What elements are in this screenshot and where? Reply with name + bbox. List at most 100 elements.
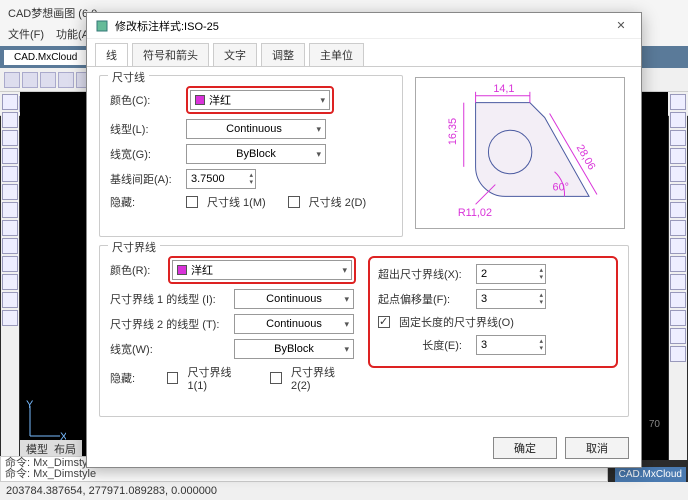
tool-icon[interactable] xyxy=(670,292,686,308)
lt2-label: 尺寸界线 2 的线型 (T): xyxy=(110,316,228,332)
toolbar-icon[interactable] xyxy=(4,72,20,88)
baseline-spinner[interactable]: 3.7500 xyxy=(186,169,256,189)
tool-icon[interactable] xyxy=(670,328,686,344)
tool-icon[interactable] xyxy=(670,184,686,200)
highlight-box: 洋红 xyxy=(168,256,356,284)
tab-units[interactable]: 主单位 xyxy=(309,43,364,66)
hide1-label: 尺寸线 1(M) xyxy=(207,194,266,210)
doc-tab[interactable]: CAD.MxCloud xyxy=(4,50,87,65)
hide2-label: 尺寸界线 2(2) xyxy=(291,364,356,392)
layout-tabs: 模型 布局 xyxy=(20,440,82,456)
length-spinner[interactable]: 3 xyxy=(476,335,546,355)
color-swatch-icon xyxy=(177,265,187,275)
tool-icon[interactable] xyxy=(670,166,686,182)
color-combo[interactable]: 洋红 xyxy=(190,90,330,110)
group-title: 尺寸界线 xyxy=(108,239,160,255)
hide2-check[interactable] xyxy=(288,196,300,208)
tool-icon[interactable] xyxy=(670,94,686,110)
tool-icon[interactable] xyxy=(2,292,18,308)
toolbar-icon[interactable] xyxy=(40,72,56,88)
ext-spinner[interactable]: 2 xyxy=(476,264,546,284)
toolbar-icon[interactable] xyxy=(22,72,38,88)
fixed-label: 固定长度的尺寸界线(O) xyxy=(399,314,514,330)
ext-label: 超出尺寸界线(X): xyxy=(378,266,470,282)
hide1-label: 尺寸界线 1(1) xyxy=(187,364,252,392)
coords: 203784.387654, 277971.089283, 0.000000 xyxy=(6,485,217,497)
linetype-combo[interactable]: Continuous xyxy=(186,119,326,139)
dialog-tabs: 线 符号和箭头 文字 调整 主单位 xyxy=(87,39,641,67)
length-label: 长度(E): xyxy=(378,337,470,353)
tool-icon[interactable] xyxy=(2,220,18,236)
tab-model[interactable]: 模型 xyxy=(26,441,48,455)
tab-line[interactable]: 线 xyxy=(95,43,128,66)
tool-icon[interactable] xyxy=(2,166,18,182)
tool-icon[interactable] xyxy=(2,130,18,146)
hide-label: 隐藏: xyxy=(110,370,161,386)
hide1-check[interactable] xyxy=(186,196,198,208)
tool-icon[interactable] xyxy=(2,184,18,200)
tool-icon[interactable] xyxy=(2,148,18,164)
hide2-label: 尺寸线 2(D) xyxy=(309,194,366,210)
tool-icon[interactable] xyxy=(2,274,18,290)
lt2-combo[interactable]: Continuous xyxy=(234,314,354,334)
dialog-footer: 确定 取消 xyxy=(493,437,629,459)
hide2-check[interactable] xyxy=(270,372,282,384)
tool-icon[interactable] xyxy=(2,94,18,110)
tool-icon[interactable] xyxy=(670,346,686,362)
svg-text:Y: Y xyxy=(26,400,34,411)
tool-icon[interactable] xyxy=(670,310,686,326)
cmd-text: 命令: Mx_Dimstyle xyxy=(5,469,603,480)
tool-icon[interactable] xyxy=(670,202,686,218)
color-label: 颜色(R): xyxy=(110,262,162,278)
left-tool-palette xyxy=(1,92,19,460)
dim-top: 14,1 xyxy=(493,83,514,95)
tool-icon[interactable] xyxy=(670,148,686,164)
close-button[interactable]: ✕ xyxy=(609,16,633,36)
tool-icon[interactable] xyxy=(670,274,686,290)
color-label: 颜色(C): xyxy=(110,92,180,108)
lineweight-combo[interactable]: ByBlock xyxy=(186,144,326,164)
tool-icon[interactable] xyxy=(670,256,686,272)
corner-badge: CAD.MxCloud xyxy=(615,467,686,482)
tab-layout[interactable]: 布局 xyxy=(54,441,76,455)
tool-icon[interactable] xyxy=(670,112,686,128)
ok-button[interactable]: 确定 xyxy=(493,437,557,459)
tab-text[interactable]: 文字 xyxy=(213,43,257,66)
tool-icon[interactable] xyxy=(2,202,18,218)
group-title: 尺寸线 xyxy=(108,69,149,85)
ucs-icon: XY xyxy=(26,400,66,440)
tab-fit[interactable]: 调整 xyxy=(261,43,305,66)
right-tool-palette xyxy=(669,92,687,460)
offset-spinner[interactable]: 3 xyxy=(476,289,546,309)
menu-file[interactable]: 文件(F) xyxy=(8,26,44,46)
tool-icon[interactable] xyxy=(2,238,18,254)
extline-group: 尺寸界线 颜色(R): 洋红 尺寸界线 1 的线型 (I): Continuou… xyxy=(99,245,629,417)
offset-label: 起点偏移量(F): xyxy=(378,291,470,307)
cancel-button[interactable]: 取消 xyxy=(565,437,629,459)
color-combo[interactable]: 洋红 xyxy=(172,260,352,280)
tab-arrows[interactable]: 符号和箭头 xyxy=(132,43,209,66)
tool-icon[interactable] xyxy=(2,256,18,272)
dialog-icon xyxy=(95,19,109,33)
hide-label: 隐藏: xyxy=(110,194,180,210)
lt1-combo[interactable]: Continuous xyxy=(234,289,354,309)
lw-combo[interactable]: ByBlock xyxy=(234,339,354,359)
tool-icon[interactable] xyxy=(2,310,18,326)
extline-left: 颜色(R): 洋红 尺寸界线 1 的线型 (I): Continuous 尺寸界… xyxy=(110,256,356,397)
dialog-titlebar: 修改标注样式:ISO-25 ✕ xyxy=(87,13,641,39)
fixed-check[interactable] xyxy=(378,316,390,328)
canvas-number: 70 xyxy=(649,419,660,430)
svg-text:X: X xyxy=(60,431,66,440)
tool-icon[interactable] xyxy=(670,130,686,146)
dim-radius: R11,02 xyxy=(458,207,492,219)
dimstyle-dialog: 修改标注样式:ISO-25 ✕ 线 符号和箭头 文字 调整 主单位 尺寸线 颜色… xyxy=(86,12,642,468)
toolbar-icon[interactable] xyxy=(58,72,74,88)
tool-icon[interactable] xyxy=(670,220,686,236)
dimline-group: 尺寸线 颜色(C): 洋红 线型(L): Continuous 线宽(G): B… xyxy=(99,75,403,237)
tool-icon[interactable] xyxy=(670,238,686,254)
preview-pane: 14,1 16,35 28,06 60° R11,02 xyxy=(415,77,625,229)
tool-icon[interactable] xyxy=(2,112,18,128)
lt1-label: 尺寸界线 1 的线型 (I): xyxy=(110,291,228,307)
dim-left: 16,35 xyxy=(447,118,459,145)
hide1-check[interactable] xyxy=(167,372,179,384)
